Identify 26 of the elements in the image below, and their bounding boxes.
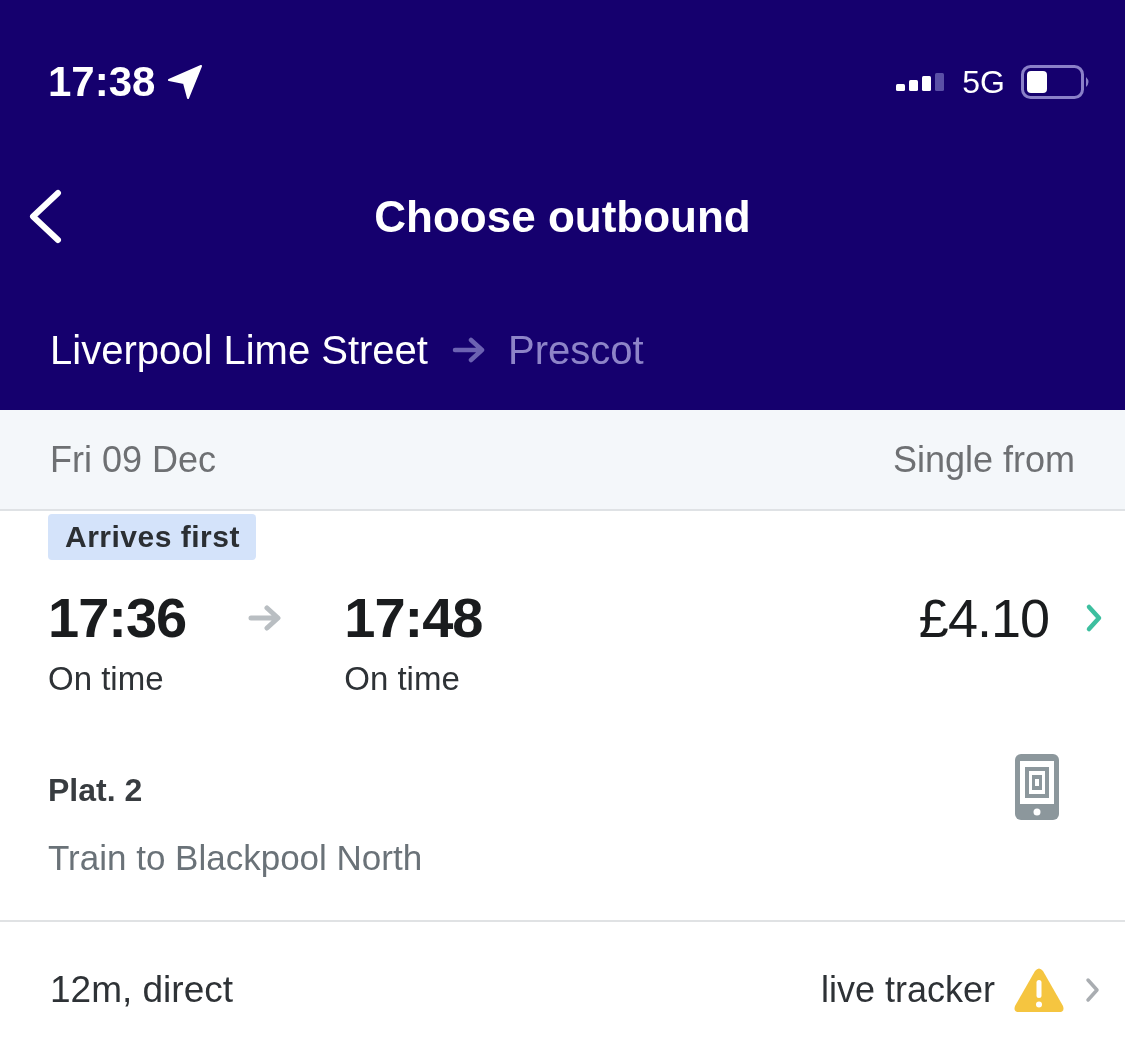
travel-date: Fri 09 Dec [50, 438, 217, 481]
departure-status: On time [48, 660, 165, 698]
platform-number: Plat. 2 [48, 772, 144, 809]
live-tracker-link[interactable]: live tracker [820, 969, 995, 1011]
arrival-time: 17:48 [344, 586, 483, 650]
origin-station: Liverpool Lime Street [50, 327, 428, 373]
journey-duration: 12m, direct [50, 969, 233, 1011]
fare-price: £4.10 [918, 587, 1049, 650]
back-chevron-icon [27, 188, 63, 244]
network-type: 5G [962, 63, 1005, 101]
price-label: Single from [892, 438, 1075, 481]
status-time: 17:38 [48, 58, 156, 106]
right-arrow-icon [248, 605, 283, 631]
screen-title: Choose outbound [374, 192, 751, 242]
destination-station: Prescot [507, 327, 644, 373]
departure-time: 17:36 [48, 586, 187, 650]
right-arrow-icon [451, 337, 486, 363]
arrives-first-badge: Arrives first [48, 514, 256, 560]
location-arrow-icon [167, 64, 204, 100]
mobile-ticket-icon [1015, 754, 1059, 820]
signal-bars-icon [896, 73, 945, 91]
chevron-right-icon [1085, 977, 1101, 1003]
chevron-right-icon [1085, 603, 1103, 633]
battery-icon [1021, 65, 1091, 99]
service-destination: Train to Blackpool North [48, 838, 423, 878]
arrival-status: On time [344, 660, 461, 698]
